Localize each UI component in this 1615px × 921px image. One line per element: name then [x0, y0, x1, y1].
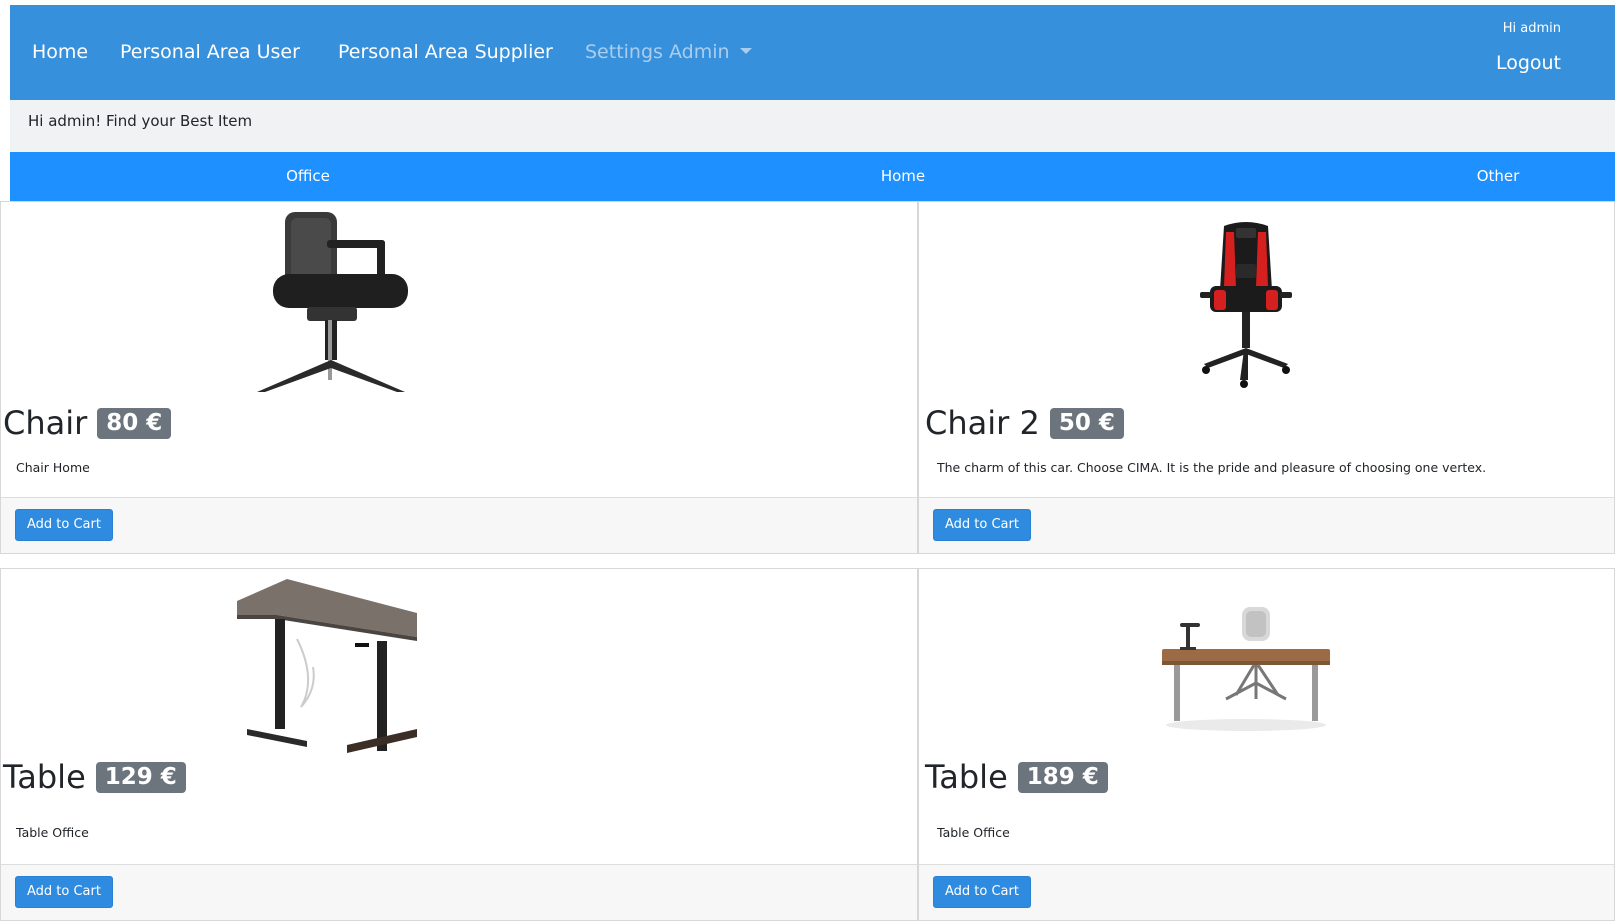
item-title-row: Chair 80 € — [3, 404, 172, 442]
nav-settings-admin-dropdown[interactable]: Settings Admin — [585, 41, 752, 63]
product-card: Table 129 € Table Office Add to Cart — [0, 568, 918, 921]
standing-desk-image — [237, 579, 417, 759]
settings-admin-label: Settings Admin — [585, 41, 730, 63]
category-office-link[interactable]: Office — [286, 167, 330, 185]
category-other-link[interactable]: Other — [1477, 167, 1520, 185]
add-to-cart-button[interactable]: Add to Cart — [933, 876, 1031, 908]
item-name: Table — [3, 758, 86, 796]
office-desk-image — [1156, 603, 1336, 733]
product-card: Chair 2 50 € The charm of this car. Choo… — [918, 201, 1615, 554]
item-description: The charm of this car. Choose CIMA. It i… — [937, 460, 1487, 475]
price-badge: 50 € — [1049, 407, 1124, 439]
item-title-row: Table 129 € — [3, 761, 186, 793]
nav-personal-area-user-link[interactable]: Personal Area User — [120, 41, 300, 63]
welcome-bar: Hi admin! Find your Best Item — [10, 100, 1615, 152]
price-badge: 129 € — [95, 761, 186, 793]
item-name: Chair 2 — [925, 404, 1040, 442]
office-chair-image — [237, 212, 417, 392]
logout-link[interactable]: Logout — [1496, 52, 1561, 74]
item-name: Table — [925, 758, 1008, 796]
nav-home-link[interactable]: Home — [32, 41, 88, 63]
chevron-down-icon — [739, 48, 752, 54]
category-home-link[interactable]: Home — [881, 167, 925, 185]
item-title-row: Table 189 € — [925, 761, 1108, 793]
card-footer: Add to Cart — [1, 864, 917, 920]
item-name: Chair — [3, 404, 88, 442]
card-footer: Add to Cart — [919, 864, 1614, 920]
card-footer: Add to Cart — [1, 497, 917, 553]
item-description: Table Office — [937, 825, 1010, 840]
product-card: Chair 80 € Chair Home Add to Cart — [0, 201, 918, 554]
add-to-cart-button[interactable]: Add to Cart — [15, 876, 113, 908]
price-badge: 189 € — [1017, 761, 1108, 793]
gaming-chair-image — [1196, 220, 1296, 390]
item-description: Table Office — [16, 825, 89, 840]
product-card: Table 189 € Table Office Add to Cart — [918, 568, 1615, 921]
add-to-cart-button[interactable]: Add to Cart — [933, 509, 1031, 541]
nav-personal-area-supplier-link[interactable]: Personal Area Supplier — [338, 41, 553, 63]
category-bar: Office Home Other — [10, 152, 1615, 201]
item-title-row: Chair 2 50 € — [925, 407, 1124, 439]
top-navbar: Home Personal Area User Personal Area Su… — [10, 5, 1615, 100]
card-footer: Add to Cart — [919, 497, 1614, 553]
item-description: Chair Home — [16, 460, 90, 475]
price-badge: 80 € — [97, 407, 172, 439]
user-greeting: Hi admin — [1502, 21, 1561, 36]
add-to-cart-button[interactable]: Add to Cart — [15, 509, 113, 541]
welcome-message: Hi admin! Find your Best Item — [28, 112, 253, 130]
